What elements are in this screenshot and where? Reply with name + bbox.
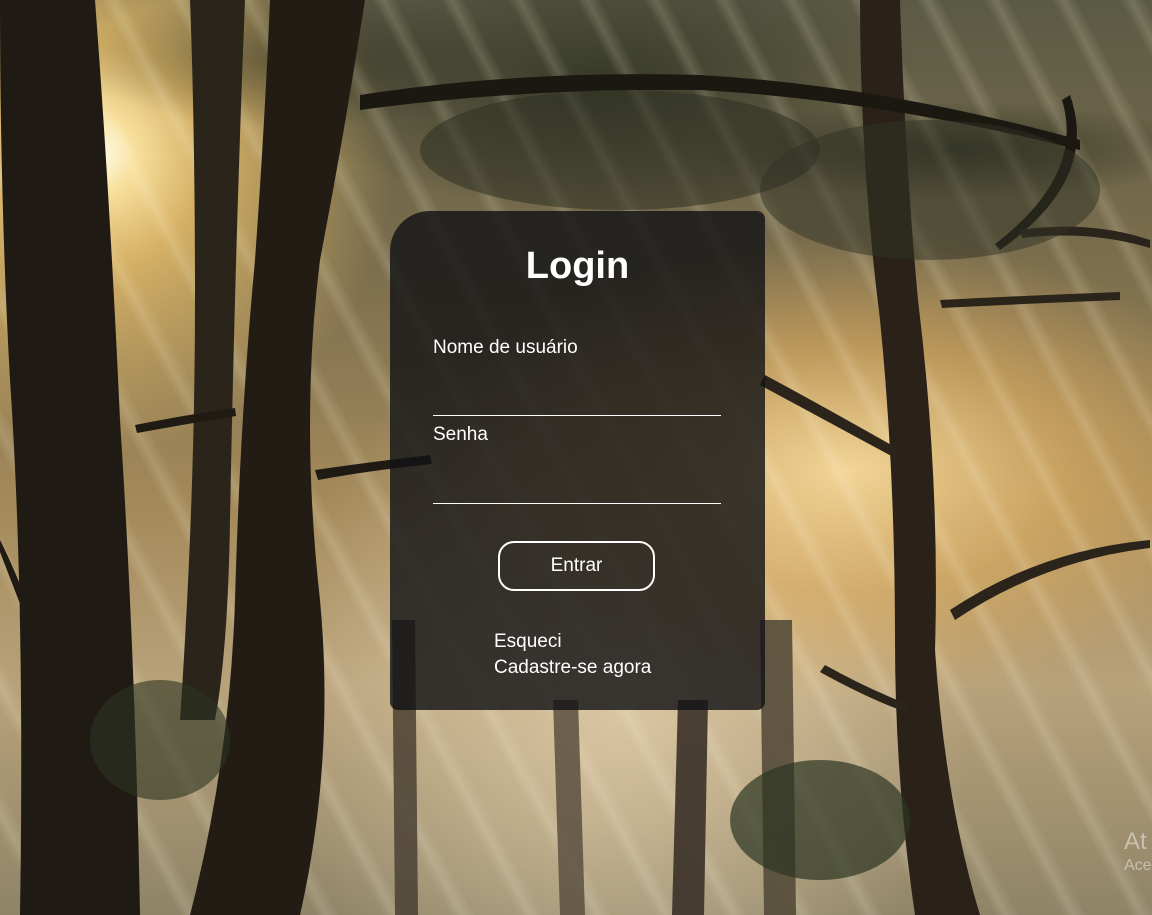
login-button[interactable]: Entrar: [498, 541, 655, 591]
login-card: Login Nome de usuário Senha Entrar Esque…: [390, 211, 765, 710]
signup-link[interactable]: Cadastre-se agora: [494, 656, 651, 680]
username-input[interactable]: [433, 385, 721, 416]
activation-watermark: At Ace: [1124, 828, 1152, 876]
forgot-password-link[interactable]: Esqueci: [494, 630, 562, 654]
forest-background: At Ace Login Nome de usuário Senha Entra…: [0, 0, 1152, 915]
password-input[interactable]: [433, 473, 721, 504]
login-title: Login: [525, 245, 630, 287]
watermark-line-1: At: [1124, 828, 1147, 855]
watermark-line-2: Ace: [1124, 857, 1152, 874]
password-label: Senha: [433, 424, 488, 445]
username-label: Nome de usuário: [433, 337, 578, 358]
